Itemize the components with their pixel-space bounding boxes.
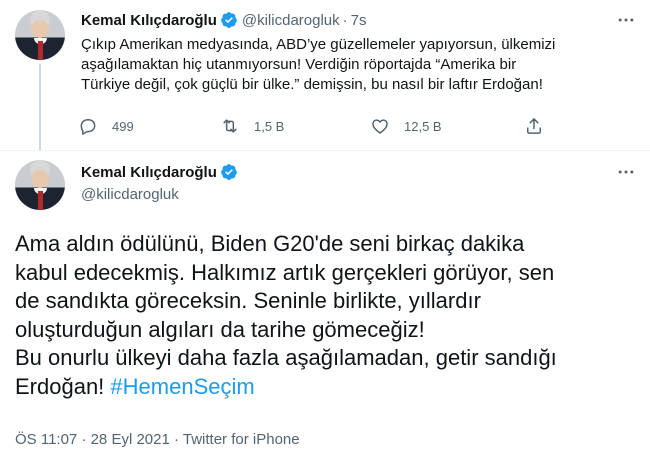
tweet-text-line: Ama aldın ödülünü, Biden G20'de seni bir… — [15, 231, 525, 256]
like-button[interactable]: 12,5 B — [370, 113, 442, 139]
avatar[interactable] — [15, 10, 65, 60]
display-name[interactable]: Kemal Kılıçdaroğlu — [81, 12, 217, 29]
tweet-header: Kemal Kılıçdaroğlu — [81, 162, 238, 182]
avatar[interactable] — [15, 160, 65, 210]
tweet-text-line: kabul edecekmiş. Halkımız artık gerçekle… — [15, 259, 555, 285]
tweet-text-line: de sandıkta göreceksin. Seninle birlikte… — [15, 288, 481, 313]
tweet-text-line: Türkiye değil, çok güçlü bir ülke.” demi… — [81, 76, 543, 93]
tweet-text-line: oluşturduğun algıları da tarihe gömeceği… — [15, 316, 425, 342]
parent-tweet[interactable]: Kemal Kılıçdaroğlu @kilicdarogluk · 7s Ç… — [0, 0, 650, 150]
retweet-icon — [223, 119, 237, 133]
retweet-button[interactable]: 1,5 B — [220, 113, 284, 139]
tweet-actions: 499 1,5 B 12,5 B — [70, 113, 560, 139]
verified-badge-icon — [220, 12, 237, 28]
verified-badge-icon — [220, 164, 237, 180]
tweet-text: Çıkıp Amerikan medyasında, ABD’ye güzell… — [81, 35, 641, 95]
handle[interactable]: @kilicdarogluk — [242, 12, 340, 29]
tweet-text-line: Bu onurlu ülkeyi daha fazla aşağılamadan… — [15, 345, 557, 370]
share-button[interactable] — [524, 113, 544, 139]
handle[interactable]: @kilicdarogluk — [81, 186, 179, 203]
tweet-header: Kemal Kılıçdaroğlu @kilicdarogluk · 7s — [81, 10, 366, 30]
more-icon[interactable] — [615, 162, 637, 182]
reply-count: 499 — [112, 118, 134, 134]
timestamp[interactable]: 7s — [351, 12, 367, 29]
more-icon[interactable] — [615, 10, 637, 30]
display-name[interactable]: Kemal Kılıçdaroğlu — [81, 164, 217, 181]
divider — [0, 150, 650, 151]
tweet-meta[interactable]: ÖS 11:07 · 28 Eyl 2021 · Twitter for iPh… — [15, 431, 300, 448]
thread-line — [39, 64, 41, 150]
like-icon — [372, 119, 388, 134]
tweet-text-line: Erdoğan! #HemenSeçim — [15, 373, 640, 402]
hashtag-link[interactable]: #HemenSeçim — [110, 374, 254, 399]
tweet-text-segment: Erdoğan! — [15, 373, 105, 399]
retweet-count: 1,5 B — [254, 118, 285, 134]
tweet-text-line: Çıkıp Amerikan medyasında, ABD’ye güzell… — [81, 36, 556, 53]
share-icon — [527, 118, 541, 134]
tweet-text: Ama aldın ödülünü, Biden G20'de seni bir… — [15, 230, 640, 401]
tweet-text-line: aşağılamaktan hiç utanmıyorsun! Verdiğin… — [81, 56, 517, 73]
reply-button[interactable]: 499 — [78, 113, 134, 139]
like-count: 12,5 B — [404, 118, 442, 134]
reply-icon — [80, 119, 96, 135]
separator-dot: · — [342, 11, 348, 29]
